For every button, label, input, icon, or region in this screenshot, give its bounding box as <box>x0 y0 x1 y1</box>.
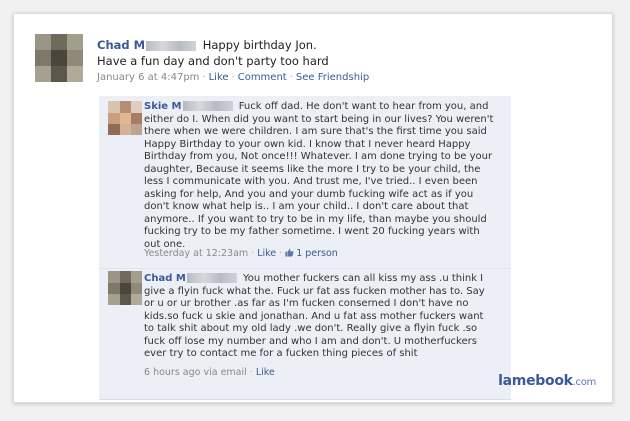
wall-post-card: Chad M Happy birthday Jon. Have a fun da… <box>13 13 613 403</box>
post-body: Chad M Happy birthday Jon. Have a fun da… <box>97 37 557 69</box>
comment-likes-count[interactable]: 1 person <box>285 248 338 259</box>
redacted-name-blur <box>186 273 237 283</box>
comment-timestamp: 6 hours ago via email <box>144 367 247 378</box>
post-like-link[interactable]: Like <box>209 72 229 83</box>
lamebook-watermark: lamebook.com <box>498 373 596 389</box>
redacted-name-blur <box>182 101 233 111</box>
comment-like-link[interactable]: Like <box>257 248 276 259</box>
comment-timestamp[interactable]: Yesterday at 12:23am <box>144 248 248 259</box>
watermark-suffix: .com <box>572 377 597 388</box>
post-author-link[interactable]: Chad M <box>97 38 145 52</box>
comment-text-block: Skie M Fuck off dad. He don't want to he… <box>144 101 494 251</box>
comment-meta: 6 hours ago via email · Like <box>144 367 275 378</box>
thumbs-up-icon <box>285 248 294 257</box>
comment-text: Fuck off dad. He don't want to hear from… <box>144 101 494 250</box>
comment-author-link[interactable]: Skie M <box>144 101 182 112</box>
see-friendship-link[interactable]: See Friendship <box>296 72 369 83</box>
post-message-line2: Have a fun day and don't party too hard <box>97 54 329 68</box>
redacted-name-blur <box>146 40 197 51</box>
likes-count-text: 1 person <box>296 248 338 259</box>
comment-meta: Yesterday at 12:23am · Like · 1 person <box>144 248 338 259</box>
watermark-brand: lamebook <box>498 373 573 389</box>
post-meta: January 6 at 4:47pm · Like · Comment · See Fri… <box>97 72 370 83</box>
comment-text-block: Chad M You mother fuckers can all kiss m… <box>144 273 494 361</box>
post-message-line1: Happy birthday Jon. <box>202 38 317 52</box>
post-comment-link[interactable]: Comment <box>238 72 287 83</box>
comment-author-link[interactable]: Chad M <box>144 273 186 284</box>
avatar-skie[interactable] <box>108 101 142 135</box>
avatar-chad[interactable] <box>108 271 142 305</box>
post-timestamp[interactable]: January 6 at 4:47pm <box>97 72 199 83</box>
avatar-chad[interactable] <box>35 34 83 82</box>
comment-text: You mother fuckers can all kiss my ass .… <box>144 273 485 359</box>
comment-like-link[interactable]: Like <box>256 367 275 378</box>
